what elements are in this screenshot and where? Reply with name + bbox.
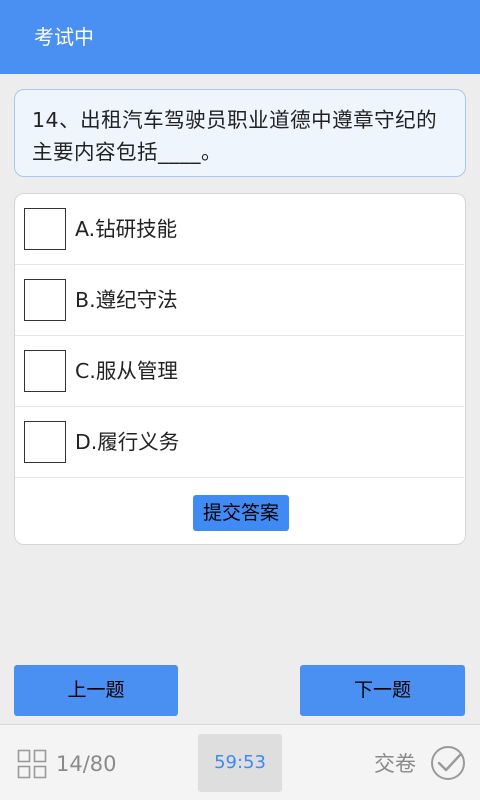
option-d[interactable]: D.履行义务 — [15, 407, 464, 478]
option-checkbox[interactable] — [24, 350, 66, 392]
question-text: 14、出租汽车驾驶员职业道德中遵章守纪的主要内容包括____。 — [32, 108, 438, 164]
bottom-bar: 14/80 59:53 交卷 — [0, 724, 480, 800]
option-label: D.履行义务 — [75, 430, 180, 454]
next-question-button[interactable]: 下一题 — [300, 665, 465, 716]
app-header: 考试中 — [0, 0, 480, 74]
countdown-timer: 59:53 — [198, 734, 282, 792]
option-b[interactable]: B.遵纪守法 — [15, 265, 464, 336]
option-c[interactable]: C.服从管理 — [15, 336, 464, 407]
options-card: A.钻研技能 B.遵纪守法 C.服从管理 D.履行义务 提交答案 — [14, 193, 466, 545]
question-card: 14、出租汽车驾驶员职业道德中遵章守纪的主要内容包括____。 — [14, 89, 466, 177]
grid-icon[interactable] — [17, 749, 47, 779]
option-checkbox[interactable] — [24, 279, 66, 321]
check-circle-icon[interactable] — [429, 744, 467, 782]
hand-in-label[interactable]: 交卷 — [374, 749, 416, 779]
option-a[interactable]: A.钻研技能 — [15, 194, 464, 265]
submit-answer-button[interactable]: 提交答案 — [193, 495, 289, 531]
option-label: A.钻研技能 — [75, 217, 178, 241]
option-checkbox[interactable] — [24, 421, 66, 463]
question-progress[interactable]: 14/80 — [56, 749, 117, 779]
option-checkbox[interactable] — [24, 208, 66, 250]
option-label: C.服从管理 — [75, 359, 178, 383]
page-title: 考试中 — [34, 25, 94, 49]
option-label: B.遵纪守法 — [75, 288, 178, 312]
previous-question-button[interactable]: 上一题 — [14, 665, 178, 716]
